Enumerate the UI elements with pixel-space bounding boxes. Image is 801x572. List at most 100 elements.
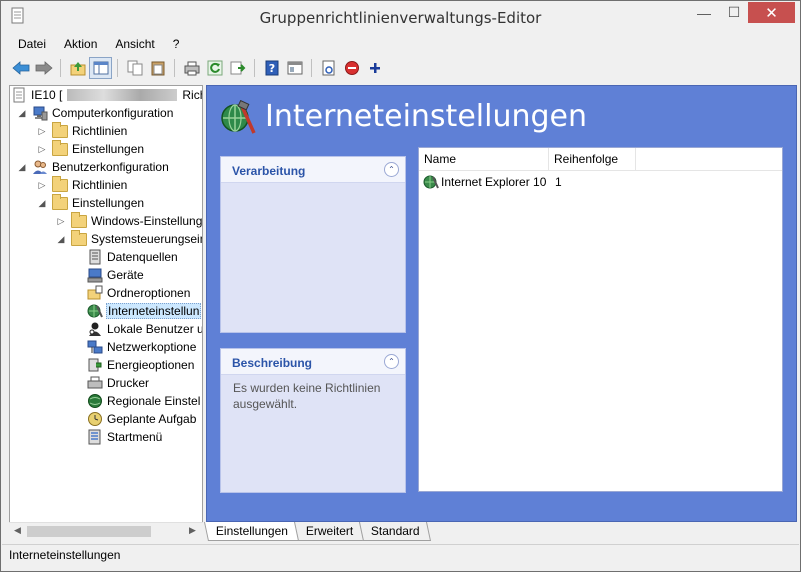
paste-button[interactable] — [146, 57, 169, 79]
power-options-icon — [87, 357, 103, 373]
tree-item-systemsteuerung[interactable]: ◢ Systemsteuerungsein — [55, 229, 202, 248]
scroll-right-icon[interactable]: ▶ — [189, 525, 196, 536]
forward-button[interactable] — [32, 57, 55, 79]
toolbar-separator — [117, 59, 118, 77]
tree-item-datenquellen[interactable]: Datenquellen — [87, 248, 179, 266]
show-hide-tree-button[interactable] — [89, 57, 112, 79]
tree-horizontal-scrollbar[interactable]: ◀ ▶ — [9, 522, 203, 540]
tab-erweitert[interactable]: Erweitert — [294, 522, 365, 541]
details-pane: Interneteinstellungen Verarbeitung ⌃ Bes… — [206, 85, 797, 522]
internet-settings-icon — [87, 303, 103, 319]
menu-help[interactable]: ? — [164, 34, 189, 54]
tree-item-lokale-benutzer[interactable]: Lokale Benutzer u — [87, 320, 203, 338]
column-header-order[interactable]: Reihenfolge — [549, 148, 636, 171]
tree-item-geraete[interactable]: Geräte — [87, 266, 145, 284]
collapse-arrow-icon[interactable]: ◢ — [36, 198, 48, 209]
status-text: Interneteinstellungen — [9, 548, 121, 562]
tab-label: Erweitert — [305, 524, 354, 538]
refresh-button[interactable] — [203, 57, 226, 79]
print-icon — [184, 61, 199, 76]
print-button[interactable] — [180, 57, 203, 79]
toolbar: ? — [9, 55, 799, 81]
collapse-description-button[interactable]: ⌃ — [384, 354, 399, 369]
list-item[interactable]: Internet Explorer 10 1 — [419, 172, 782, 192]
expand-arrow-icon[interactable]: ▷ — [36, 126, 48, 137]
view-button[interactable] — [283, 57, 306, 79]
export-button[interactable] — [226, 57, 249, 79]
add-button[interactable] — [363, 57, 386, 79]
tree-item-ordneroptionen[interactable]: Ordneroptionen — [87, 284, 191, 302]
maximize-button[interactable]: ☐ — [720, 2, 748, 23]
list-item-name-cell: Internet Explorer 10 — [419, 174, 549, 190]
folder-icon — [71, 211, 87, 229]
tree-item-label: Windows-Einstellung — [91, 214, 203, 228]
tree-item-label: Ordneroptionen — [107, 286, 191, 300]
collapse-arrow-icon[interactable]: ◢ — [16, 108, 28, 119]
view-tabs: Einstellungen Erweitert Standard — [203, 522, 432, 542]
title-bar[interactable]: Gruppenrichtlinienverwaltungs-Editor — ☐… — [1, 1, 800, 33]
scroll-left-icon[interactable]: ◀ — [14, 525, 21, 536]
expand-arrow-icon[interactable]: ▷ — [36, 144, 48, 155]
tree-root-label: IE10 [ — [31, 88, 63, 102]
tab-label: Einstellungen — [215, 524, 288, 538]
column-header-name[interactable]: Name — [419, 148, 549, 171]
help-icon: ? — [265, 60, 278, 76]
menu-datei[interactable]: Datei — [9, 34, 55, 54]
delete-button[interactable] — [340, 57, 363, 79]
description-panel-header[interactable]: Beschreibung ⌃ — [221, 349, 405, 375]
tree-item-benutzer-einstellungen[interactable]: ◢ Einstellungen — [36, 193, 145, 212]
tab-einstellungen[interactable]: Einstellungen — [203, 522, 300, 541]
expand-arrow-icon[interactable]: ▷ — [36, 180, 48, 191]
tab-standard[interactable]: Standard — [359, 522, 432, 541]
tree-item-windows-einstellungen[interactable]: ▷ Windows-Einstellung — [55, 211, 203, 230]
copy-button[interactable] — [123, 57, 146, 79]
navigation-tree[interactable]: IE10 [ Rich ◢ Computerkonfiguration ▷ Ri… — [9, 85, 203, 540]
printer-icon — [87, 375, 103, 391]
menu-ansicht[interactable]: Ansicht — [106, 34, 163, 54]
back-icon — [11, 61, 29, 75]
tree-item-interneteinstellungen[interactable]: Interneteinstellun — [87, 302, 202, 320]
tree-item-label: Geräte — [107, 268, 144, 282]
scrollbar-thumb[interactable] — [27, 526, 151, 537]
toolbar-separator — [60, 59, 61, 77]
minimize-button[interactable]: — — [689, 2, 719, 23]
processing-panel-header[interactable]: Verarbeitung ⌃ — [221, 157, 405, 183]
view-icon — [287, 61, 302, 75]
tree-item-energieoptionen[interactable]: Energieoptionen — [87, 356, 195, 374]
description-panel-title: Beschreibung — [232, 356, 313, 370]
tree-item-regionale-einstellungen[interactable]: Regionale Einstel — [87, 392, 201, 410]
tree-item-netzwerkoptionen[interactable]: Netzwerkoptione — [87, 338, 197, 356]
tree-item-label: Einstellungen — [72, 196, 145, 210]
tree-item-benutzer-richtlinien[interactable]: ▷ Richtlinien — [36, 175, 128, 194]
collapse-arrow-icon[interactable]: ◢ — [55, 234, 67, 245]
menu-datei-label: Datei — [18, 37, 47, 51]
redacted-block — [67, 89, 178, 101]
tree-item-geplante-aufgaben[interactable]: Geplante Aufgab — [87, 410, 197, 428]
collapse-arrow-icon[interactable]: ◢ — [16, 162, 28, 173]
settings-list[interactable]: Name Reihenfolge Internet Explorer 10 1 — [418, 147, 783, 492]
data-source-icon — [87, 249, 103, 265]
help-button[interactable]: ? — [260, 57, 283, 79]
collapse-processing-button[interactable]: ⌃ — [384, 162, 399, 177]
processing-panel-title: Verarbeitung — [232, 164, 306, 178]
tree-item-label: Einstellungen — [72, 142, 145, 156]
expand-arrow-icon[interactable]: ▷ — [55, 216, 67, 227]
internet-settings-large-icon — [221, 100, 256, 134]
tree-root[interactable]: IE10 [ Rich — [11, 86, 202, 104]
toolbar-separator — [311, 59, 312, 77]
tree-item-label: Lokale Benutzer u — [107, 322, 203, 336]
menu-aktion[interactable]: Aktion — [55, 34, 106, 54]
back-button[interactable] — [9, 57, 32, 79]
folder-icon — [52, 193, 68, 211]
up-folder-button[interactable] — [66, 57, 89, 79]
description-panel: Beschreibung ⌃ Es wurden keine Richtlini… — [220, 348, 406, 493]
tree-item-computer-einstellungen[interactable]: ▷ Einstellungen — [36, 139, 145, 158]
tree-item-computerkonfiguration[interactable]: ◢ Computerkonfiguration — [16, 104, 174, 122]
tree-item-startmenue[interactable]: Startmenü — [87, 428, 163, 446]
tree-item-computer-richtlinien[interactable]: ▷ Richtlinien — [36, 121, 128, 140]
tree-item-drucker[interactable]: Drucker — [87, 374, 150, 392]
tree-item-benutzerkonfiguration[interactable]: ◢ Benutzerkonfiguration — [16, 158, 170, 176]
close-button[interactable]: ✕ — [748, 2, 795, 23]
local-users-icon — [87, 321, 103, 337]
properties-button[interactable] — [317, 57, 340, 79]
